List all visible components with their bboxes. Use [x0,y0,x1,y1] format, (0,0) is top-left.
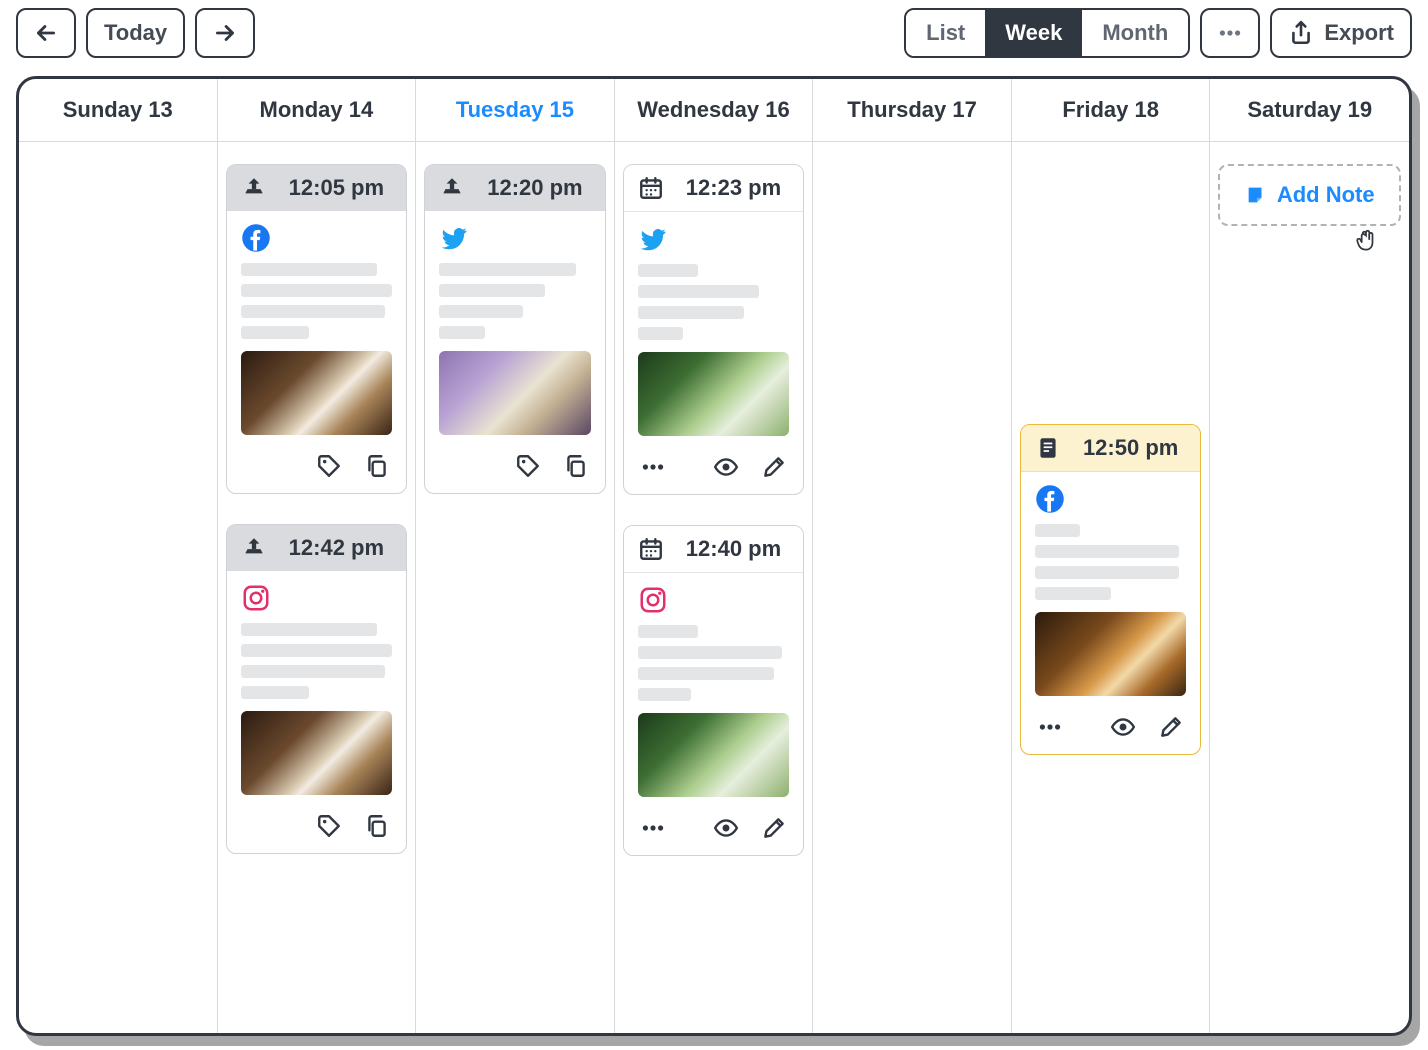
add-note-button[interactable]: Add Note [1218,164,1401,226]
content-placeholder [439,263,591,339]
more-icon[interactable] [1037,714,1063,740]
day-column-monday: Monday 14 12:05 pm 12:42 pm [218,79,417,1033]
copy-icon[interactable] [563,453,589,479]
post-card[interactable]: 12:05 pm [226,164,408,494]
post-thumbnail [638,352,790,436]
toolbar: Today List Week Month Export [16,8,1412,58]
post-thumbnail [241,351,393,435]
day-header: Monday 14 [218,79,416,142]
tag-icon[interactable] [515,453,541,479]
post-thumbnail [1035,612,1187,696]
card-time: 12:40 pm [678,536,790,562]
day-header: Saturday 19 [1210,79,1409,142]
eye-icon[interactable] [1110,714,1136,740]
share-icon [1288,20,1314,46]
note-card[interactable]: 12:50 pm [1020,424,1202,755]
day-header: Tuesday 15 [416,79,614,142]
upload-icon [439,175,465,201]
more-icon[interactable] [640,454,666,480]
upload-icon [241,175,267,201]
export-button[interactable]: Export [1270,8,1412,58]
instagram-icon [241,583,393,613]
post-thumbnail [638,713,790,797]
card-time: 12:42 pm [281,535,393,561]
content-placeholder [241,263,393,339]
more-options-button[interactable] [1200,8,1260,58]
card-time: 12:50 pm [1075,435,1187,461]
calendar-icon [638,536,664,562]
facebook-icon [241,223,393,253]
pencil-icon[interactable] [1158,714,1184,740]
day-column-tuesday: Tuesday 15 12:20 pm [416,79,615,1033]
week-calendar: Sunday 13 Monday 14 12:05 pm [16,76,1412,1036]
document-icon [1035,435,1061,461]
copy-icon[interactable] [364,813,390,839]
eye-icon[interactable] [713,454,739,480]
next-week-button[interactable] [195,8,255,58]
post-card[interactable]: 12:20 pm [424,164,606,494]
day-header: Thursday 17 [813,79,1011,142]
view-switcher: List Week Month [904,8,1190,58]
cursor-hand-icon [1353,228,1379,254]
day-column-saturday: Saturday 19 Add Note [1210,79,1409,1033]
add-note-label: Add Note [1277,182,1375,208]
arrow-left-icon [33,20,59,46]
day-header: Sunday 13 [19,79,217,142]
instagram-icon [638,585,790,615]
arrow-right-icon [212,20,238,46]
tag-icon[interactable] [316,453,342,479]
day-header: Friday 18 [1012,79,1210,142]
tag-icon[interactable] [316,813,342,839]
calendar-icon [638,175,664,201]
content-placeholder [638,264,790,340]
card-time: 12:23 pm [678,175,790,201]
day-column-friday: Friday 18 12:50 pm [1012,79,1211,1033]
post-thumbnail [241,711,393,795]
twitter-icon [439,223,591,253]
day-column-thursday: Thursday 17 [813,79,1012,1033]
view-week-button[interactable]: Week [985,10,1082,56]
content-placeholder [638,625,790,701]
day-header: Wednesday 16 [615,79,813,142]
export-label: Export [1324,20,1394,46]
today-button[interactable]: Today [86,8,185,58]
more-icon[interactable] [640,815,666,841]
post-card[interactable]: 12:40 pm [623,525,805,856]
view-list-button[interactable]: List [906,10,985,56]
content-placeholder [241,623,393,699]
facebook-icon [1035,484,1187,514]
card-time: 12:05 pm [281,175,393,201]
post-card[interactable]: 12:42 pm [226,524,408,854]
twitter-icon [638,224,790,254]
pencil-icon[interactable] [761,454,787,480]
day-column-wednesday: Wednesday 16 12:23 pm [615,79,814,1033]
view-month-button[interactable]: Month [1082,10,1188,56]
copy-icon[interactable] [364,453,390,479]
eye-icon[interactable] [713,815,739,841]
content-placeholder [1035,524,1187,600]
sticky-note-icon [1245,184,1267,206]
day-column-sunday: Sunday 13 [19,79,218,1033]
upload-icon [241,535,267,561]
prev-week-button[interactable] [16,8,76,58]
post-thumbnail [439,351,591,435]
card-time: 12:20 pm [479,175,591,201]
post-card[interactable]: 12:23 pm [623,164,805,495]
dots-icon [1217,20,1243,46]
pencil-icon[interactable] [761,815,787,841]
